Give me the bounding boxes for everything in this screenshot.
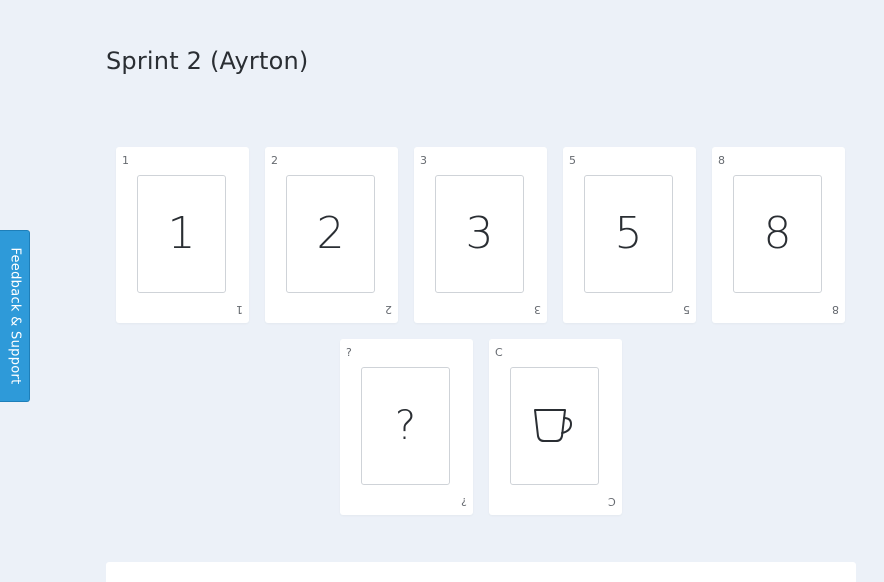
- content-panel: [106, 562, 856, 582]
- card-corner-top: 3: [420, 154, 427, 167]
- card-face: 1: [137, 175, 226, 293]
- card-corner-top: 1: [122, 154, 129, 167]
- card-face: 2: [286, 175, 375, 293]
- card-corner-bottom: ?: [461, 495, 467, 508]
- estimate-card-unknown[interactable]: ? ? ?: [340, 339, 473, 515]
- card-corner-top: C: [495, 346, 503, 359]
- estimate-card-8[interactable]: 8 8 8: [712, 147, 845, 323]
- card-corner-bottom: 2: [385, 303, 392, 316]
- card-corner-bottom: 1: [236, 303, 243, 316]
- card-corner-top: 2: [271, 154, 278, 167]
- card-face: 5: [584, 175, 673, 293]
- page-title: Sprint 2 (Ayrton): [106, 47, 309, 75]
- estimate-card-2[interactable]: 2 2 2: [265, 147, 398, 323]
- card-corner-bottom: 8: [832, 303, 839, 316]
- card-corner-top: ?: [346, 346, 352, 359]
- feedback-support-label: Feedback & Support: [7, 247, 22, 385]
- card-value: 5: [614, 208, 643, 259]
- card-face: 3: [435, 175, 524, 293]
- estimate-card-1[interactable]: 1 1 1: [116, 147, 249, 323]
- card-value: 2: [316, 208, 345, 259]
- card-corner-top: 5: [569, 154, 576, 167]
- card-value: 1: [167, 208, 196, 259]
- card-corner-top: 8: [718, 154, 725, 167]
- card-corner-bottom: C: [608, 495, 616, 508]
- card-value: ?: [394, 403, 417, 449]
- card-face: ?: [361, 367, 450, 485]
- estimate-card-coffee[interactable]: C C: [489, 339, 622, 515]
- card-value: 3: [465, 208, 494, 259]
- feedback-support-tab[interactable]: Feedback & Support: [0, 230, 30, 402]
- coffee-cup-icon: [533, 409, 572, 442]
- card-face: 8: [733, 175, 822, 293]
- card-corner-bottom: 3: [534, 303, 541, 316]
- estimate-card-3[interactable]: 3 3 3: [414, 147, 547, 323]
- card-value: 8: [763, 208, 792, 259]
- card-corner-bottom: 5: [683, 303, 690, 316]
- estimate-card-5[interactable]: 5 5 5: [563, 147, 696, 323]
- card-face: [510, 367, 599, 485]
